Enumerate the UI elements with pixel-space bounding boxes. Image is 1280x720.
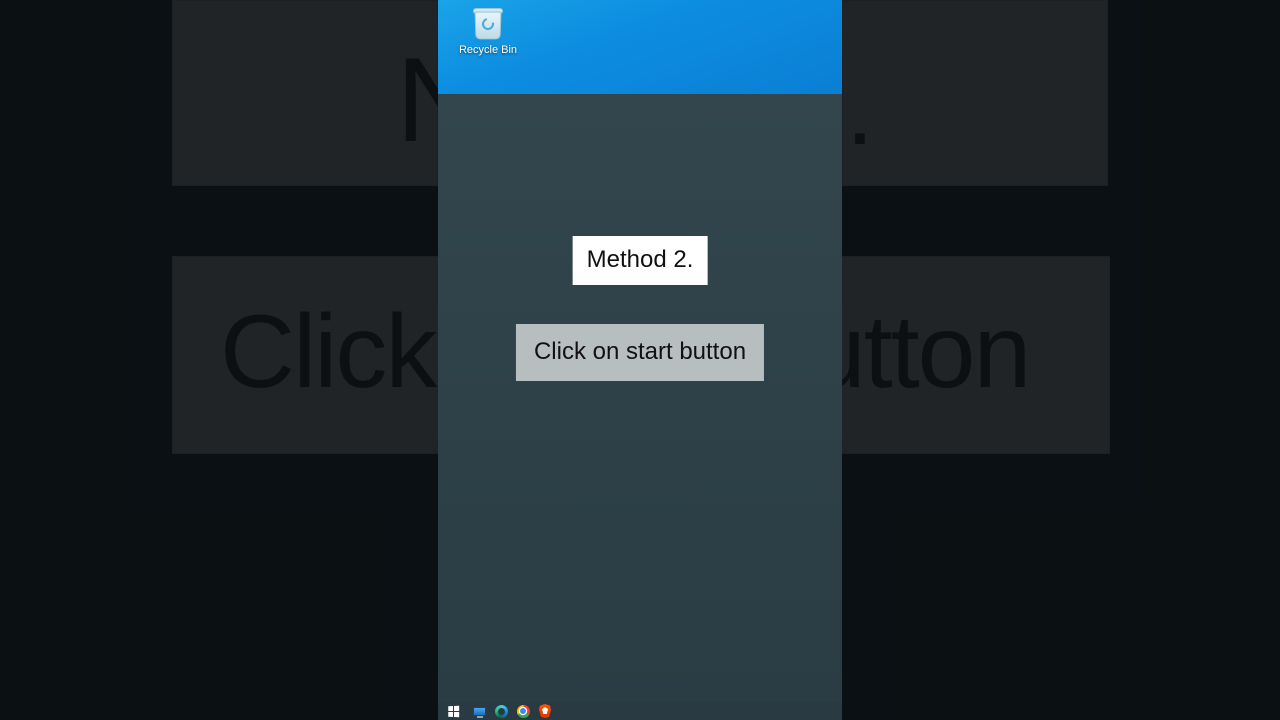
foreground-video-column: Recycle Bin Method 2. Click on start but…	[438, 0, 842, 720]
recycle-bin-label: Recycle Bin	[458, 44, 518, 56]
windows-desktop-wallpaper[interactable]: Recycle Bin	[438, 0, 842, 94]
chrome-icon	[517, 705, 530, 718]
windows-logo-icon	[448, 705, 459, 716]
windows-taskbar[interactable]	[438, 702, 842, 720]
caption-method-text: Method 2.	[587, 246, 694, 273]
taskbar-brave[interactable]	[538, 704, 552, 718]
recycle-bin-icon	[471, 4, 505, 42]
brave-icon	[539, 704, 551, 718]
desktop-dimmed-area	[438, 94, 842, 702]
taskbar-edge[interactable]	[494, 704, 508, 718]
start-button[interactable]	[442, 702, 464, 720]
edge-icon	[495, 705, 508, 718]
caption-instruction: Click on start button	[516, 324, 764, 381]
caption-method: Method 2.	[573, 236, 708, 285]
taskbar-file-explorer[interactable]	[472, 704, 486, 718]
monitor-icon	[473, 707, 486, 716]
taskbar-chrome[interactable]	[516, 704, 530, 718]
caption-instruction-text: Click on start button	[534, 338, 746, 365]
recycle-bin-desktop-icon[interactable]: Recycle Bin	[458, 4, 518, 56]
